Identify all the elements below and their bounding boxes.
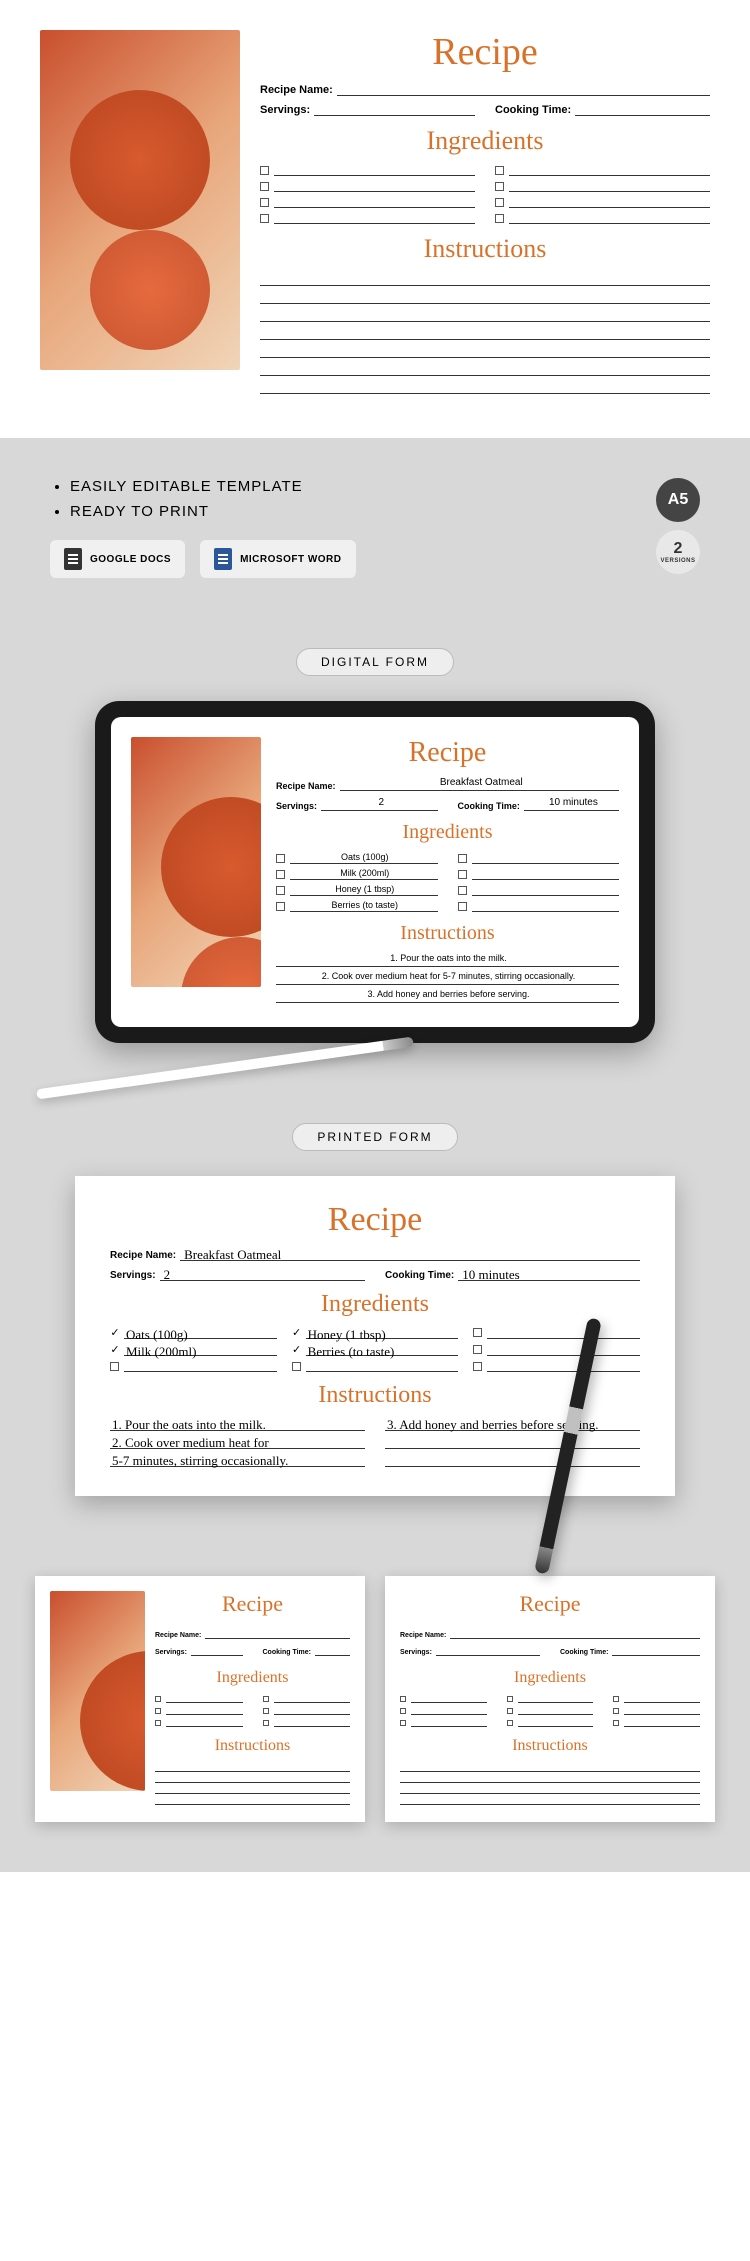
- food-photo: [131, 737, 261, 987]
- instruction-line: [260, 308, 710, 322]
- versions-badge: 2 VERSIONS: [656, 530, 700, 574]
- ingredient-line: [509, 212, 710, 224]
- paper-mockup: Recipe Recipe Name: Breakfast Oatmeal Se…: [75, 1176, 675, 1496]
- ingredient-value: Berries (to taste): [290, 900, 438, 912]
- feature-bullet: EASILY EDITABLE TEMPLATE: [70, 478, 700, 495]
- instruction-line: [260, 380, 710, 394]
- recipe-name-value: Breakfast Oatmeal: [180, 1247, 640, 1261]
- thumbnails-section: Recipe Recipe Name: Servings: Cooking Ti…: [0, 1546, 750, 1872]
- ingredient-line: [274, 180, 475, 192]
- ingredient-value: Honey (1 tbsp): [290, 884, 438, 896]
- ingredient-line: [274, 212, 475, 224]
- servings-value: 2: [321, 797, 437, 811]
- instruction-line: [260, 326, 710, 340]
- ingredient-checkbox: [495, 166, 504, 175]
- microsoft-word-badge: MICROSOFT WORD: [200, 540, 355, 578]
- cooking-time-value: 10 minutes: [524, 797, 619, 811]
- ingredient-value: Oats (100g): [290, 852, 438, 864]
- word-icon: [214, 548, 232, 570]
- checkmark-icon: ✓: [292, 1326, 302, 1339]
- instruction-line: [260, 362, 710, 376]
- recipe-name-label: Recipe Name:: [260, 84, 333, 96]
- hero-template: Recipe Recipe Name: Servings: Cooking Ti…: [0, 0, 750, 438]
- template-thumbnail-with-photo: Recipe Recipe Name: Servings: Cooking Ti…: [35, 1576, 365, 1822]
- servings-value: 2: [160, 1267, 365, 1281]
- ingredient-line: [274, 164, 475, 176]
- cooking-time-field: [575, 102, 710, 116]
- ingredient-line: [509, 196, 710, 208]
- instruction-line: [260, 272, 710, 286]
- cooking-time-label: Cooking Time:: [495, 104, 571, 116]
- microsoft-word-label: MICROSOFT WORD: [240, 554, 341, 565]
- recipe-title: Recipe: [260, 30, 710, 74]
- instructions-title: Instructions: [260, 234, 710, 264]
- ingredient-line: [274, 196, 475, 208]
- ingredient-line: [509, 164, 710, 176]
- printed-form-section: PRINTED FORM Recipe Recipe Name: Breakfa…: [0, 1093, 750, 1546]
- stylus-icon: [36, 1037, 414, 1100]
- features-section: EASILY EDITABLE TEMPLATE READY TO PRINT …: [0, 438, 750, 618]
- ingredient-line: [509, 180, 710, 192]
- checkmark-icon: ✓: [110, 1326, 120, 1339]
- ingredient-checkbox: [260, 214, 269, 223]
- food-photo: [50, 1591, 145, 1791]
- template-thumbnail-no-photo: Recipe Recipe Name: Servings: Cooking Ti…: [385, 1576, 715, 1822]
- instruction-value: 1. Pour the oats into the milk.: [276, 953, 619, 967]
- ingredients-title: Ingredients: [260, 126, 710, 156]
- recipe-card-blank: Recipe Recipe Name: Servings: Cooking Ti…: [260, 30, 710, 398]
- checkmark-icon: ✓: [110, 1343, 120, 1356]
- recipe-name-value: Breakfast Oatmeal: [340, 777, 619, 791]
- ingredient-checkbox: [495, 214, 504, 223]
- feature-bullet: READY TO PRINT: [70, 503, 700, 520]
- ingredient-checkbox: [495, 198, 504, 207]
- digital-form-section: DIGITAL FORM Recipe Recipe Name: Breakfa…: [0, 618, 750, 1093]
- recipe-name-field: [337, 82, 710, 96]
- ingredient-checkbox: [260, 166, 269, 175]
- instruction-value: 3. Add honey and berries before serving.: [276, 989, 619, 1003]
- servings-label: Servings:: [260, 104, 310, 116]
- instruction-line: [260, 290, 710, 304]
- google-docs-badge: GOOGLE DOCS: [50, 540, 185, 578]
- food-photo: [40, 30, 240, 370]
- instruction-line: [260, 344, 710, 358]
- printed-form-label: PRINTED FORM: [292, 1123, 457, 1151]
- ingredient-checkbox: [495, 182, 504, 191]
- docs-icon: [64, 548, 82, 570]
- size-badge-a5: A5: [656, 478, 700, 522]
- checkmark-icon: ✓: [292, 1343, 302, 1356]
- google-docs-label: GOOGLE DOCS: [90, 554, 171, 565]
- ingredient-checkbox: [260, 198, 269, 207]
- instruction-value: 2. Cook over medium heat for 5-7 minutes…: [276, 971, 619, 985]
- ingredient-value: Milk (200ml): [290, 868, 438, 880]
- servings-field: [314, 102, 475, 116]
- cooking-time-value: 10 minutes: [458, 1267, 640, 1281]
- ingredient-checkbox: [260, 182, 269, 191]
- tablet-mockup: Recipe Recipe Name: Breakfast Oatmeal Se…: [95, 701, 655, 1043]
- recipe-title: Recipe: [276, 737, 619, 769]
- digital-form-label: DIGITAL FORM: [296, 648, 454, 676]
